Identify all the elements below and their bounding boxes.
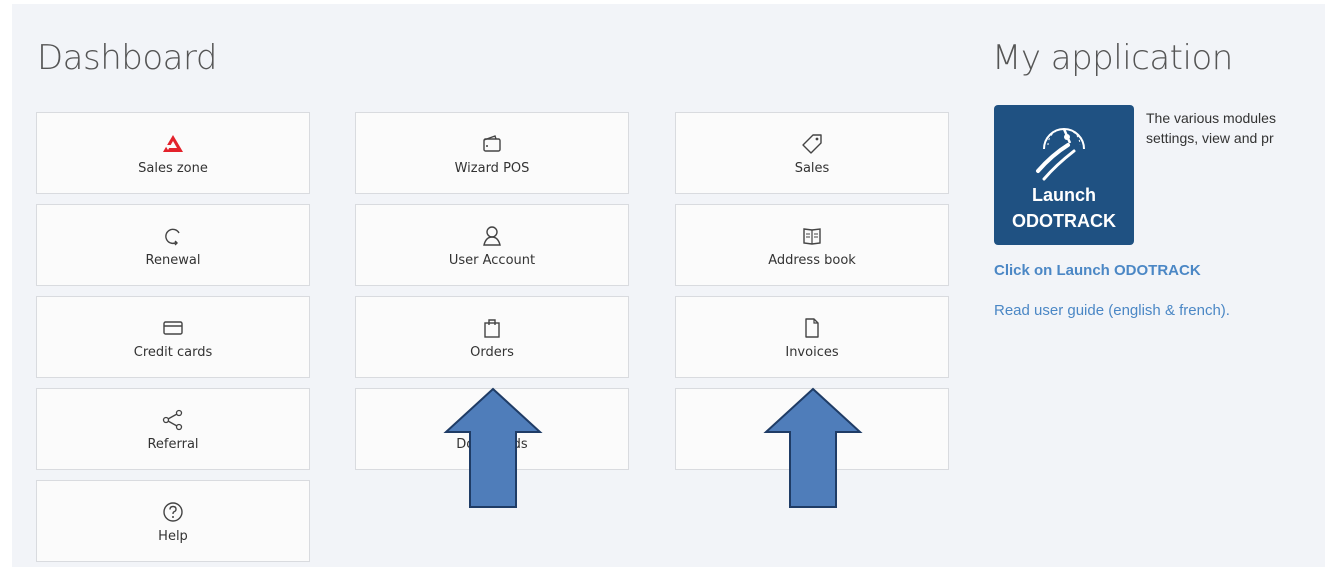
application-title: My application (992, 38, 1233, 78)
sales-zone-logo-icon (37, 133, 309, 155)
tile-referral[interactable]: Referral (36, 388, 310, 470)
launch-label: Launch (1031, 185, 1096, 205)
tile-invoices[interactable]: Invoices (675, 296, 949, 378)
tile-label: Orders (470, 345, 514, 360)
user-icon (356, 225, 628, 247)
tile-label: Sales (794, 161, 830, 176)
tile-sales[interactable]: Sales (675, 112, 949, 194)
shopping-bag-icon (356, 317, 628, 339)
tile-label: Wizard POS (454, 161, 530, 176)
tag-icon (676, 133, 948, 155)
tile-label: Address book (768, 253, 856, 268)
tile-help[interactable]: Help (36, 480, 310, 562)
description-line: The various modules (1146, 110, 1276, 126)
tile-label: Referral (147, 437, 199, 452)
tile-credit-cards[interactable]: Credit cards (36, 296, 310, 378)
tile-label: Credit cards (133, 345, 213, 360)
odotrack-label: ODOTRACK (1012, 211, 1116, 231)
tile-label: User Account (448, 253, 536, 268)
tile-label: Invoices (785, 345, 839, 360)
tile-wizard-pos[interactable]: Wizard POS (355, 112, 629, 194)
tile-user-account[interactable]: User Account (355, 204, 629, 286)
tile-label: Sales zone (138, 161, 208, 176)
tile-orders[interactable]: Orders (355, 296, 629, 378)
tile-sales-zone[interactable]: Sales zone (36, 112, 310, 194)
credit-card-icon (37, 317, 309, 339)
help-icon (37, 501, 309, 523)
speedometer-icon (1036, 128, 1085, 181)
dashboard-title: Dashboard (37, 38, 217, 78)
address-book-icon (676, 225, 948, 247)
tile-address-book[interactable]: Address book (675, 204, 949, 286)
launch-odotrack-button[interactable]: Launch ODOTRACK (994, 105, 1134, 245)
share-icon (37, 409, 309, 431)
application-description: The various modules settings, view and p… (1146, 108, 1316, 152)
tile-label: Renewal (145, 253, 201, 268)
tile-label: Help (158, 529, 188, 544)
annotation-arrow-up-icon (763, 387, 863, 508)
user-guide-link[interactable]: Read user guide (english & french). (994, 302, 1230, 319)
annotation-arrow-up-icon (443, 387, 543, 508)
tile-renewal[interactable]: Renewal (36, 204, 310, 286)
description-line: settings, view and pr (1146, 130, 1274, 146)
document-icon (676, 317, 948, 339)
click-launch-link[interactable]: Click on Launch ODOTRACK (994, 262, 1201, 279)
renewal-icon (37, 225, 309, 247)
wallet-icon (356, 133, 628, 155)
